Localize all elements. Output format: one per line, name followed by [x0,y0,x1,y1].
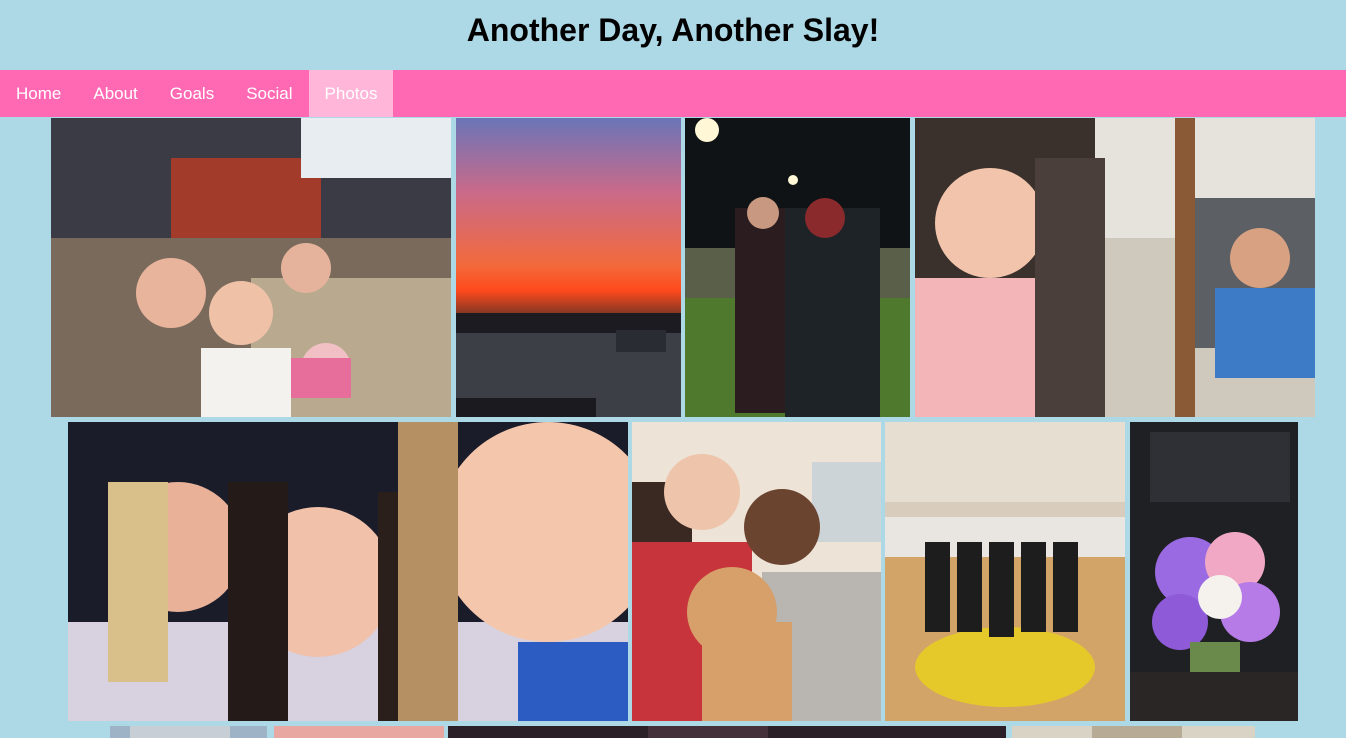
photo-puppy[interactable] [632,422,881,721]
nav-about-link[interactable]: About [77,70,153,117]
photo-night-field[interactable] [685,118,910,417]
photo-flower-bouquet[interactable] [1130,422,1298,721]
photo-light-room[interactable] [1012,726,1255,738]
nav-social-link[interactable]: Social [230,70,308,117]
photo-rv-selfie[interactable] [915,118,1315,417]
page-title: Another Day, Another Slay! [466,11,880,48]
photo-house[interactable] [110,726,267,738]
nav-home-link[interactable]: Home [0,70,77,117]
site-header: Another Day, Another Slay! [0,0,1346,70]
nav-photos-link[interactable]: Photos [308,70,394,117]
photo-sunset[interactable] [456,118,681,417]
photo-gallery [0,117,1346,738]
photo-store-selfie[interactable] [51,118,451,417]
navbar: Home About Goals Social Photos [0,70,1346,117]
photo-friends-selfie[interactable] [68,422,628,721]
photo-dark-group[interactable] [448,726,1006,738]
nav-goals-link[interactable]: Goals [154,70,230,117]
photo-basketball-team[interactable] [885,422,1125,721]
photo-pink[interactable] [274,726,444,738]
